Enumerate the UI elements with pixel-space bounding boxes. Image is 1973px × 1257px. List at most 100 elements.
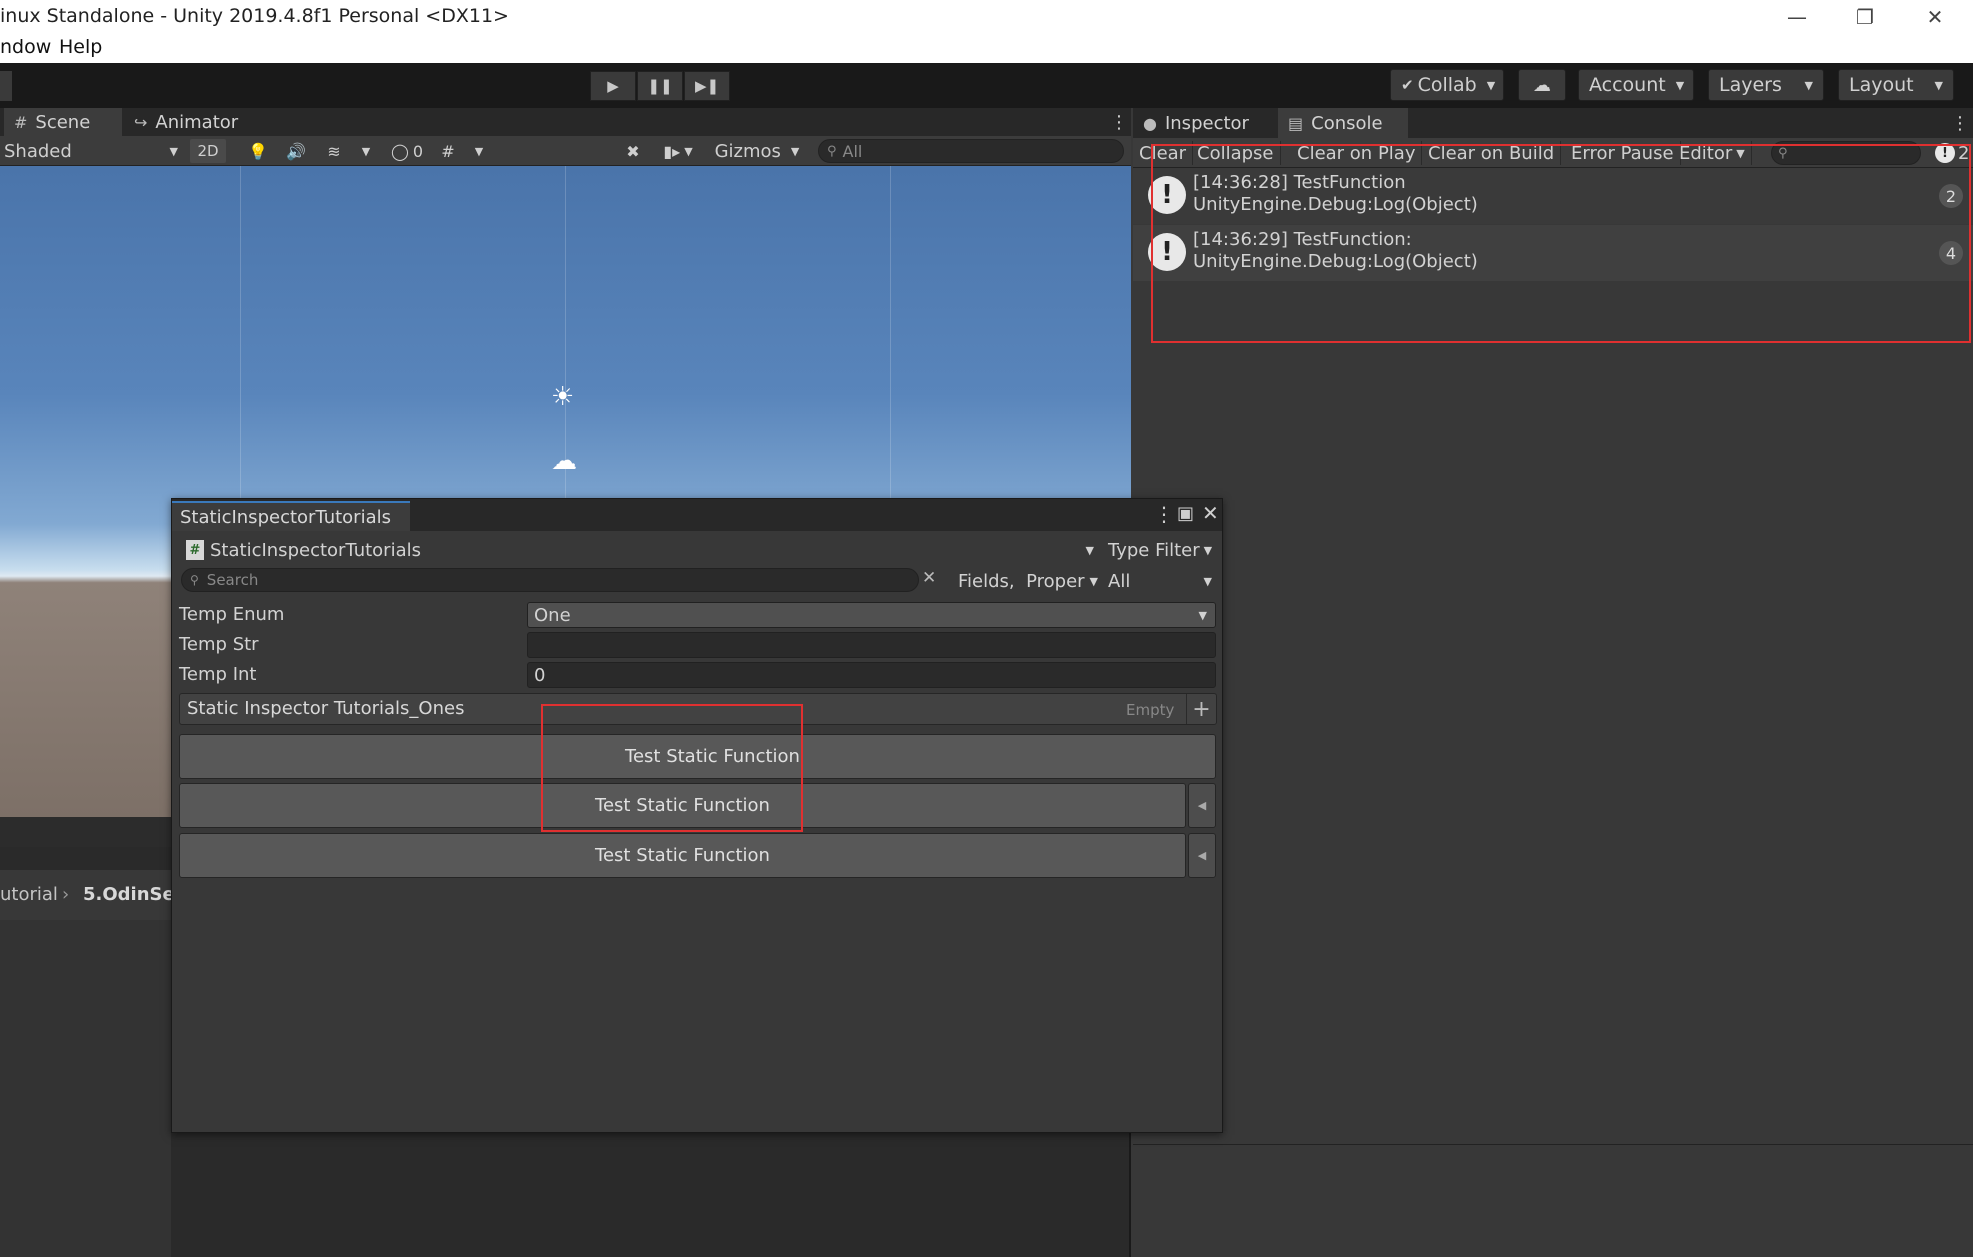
cloud-button[interactable]: ☁ (1518, 69, 1566, 101)
close-window-button[interactable]: ✕ (1906, 0, 1964, 34)
scene-tab-row: # Scene ↪ Animator ⋮ (0, 108, 1131, 136)
effects-dropdown[interactable]: ▼ (356, 139, 376, 163)
title-bar: inux Standalone - Unity 2019.4.8f1 Perso… (0, 0, 1973, 34)
animator-icon: ↪ (134, 112, 148, 132)
grid-icon: # (441, 141, 455, 161)
test-static-function-button[interactable]: Test Static Function (179, 833, 1186, 878)
chevron-down-icon: ▼ (684, 144, 693, 158)
step-button[interactable]: ▶❚ (684, 71, 730, 101)
layout-dropdown[interactable]: Layout ▼ (1838, 69, 1954, 101)
type-filter-label: Type Filter (1108, 539, 1200, 561)
panel-divider (1133, 1144, 1973, 1145)
grid-toggle[interactable]: # (434, 139, 462, 163)
clear-search-icon[interactable]: ✕ (922, 568, 936, 588)
toolbar-left-stub (0, 71, 12, 101)
wrench-icon: ✖ (626, 141, 640, 161)
temp-str-field[interactable] (527, 632, 1216, 658)
maximize-icon[interactable]: ▣ (1177, 503, 1194, 524)
script-icon: # (186, 540, 204, 560)
tab-scene[interactable]: # Scene (4, 108, 122, 136)
check-icon: ✔ (1401, 76, 1414, 94)
access-filter-dropdown[interactable]: All ▼ (1104, 567, 1218, 595)
menu-bar: ndow Help (0, 34, 1973, 63)
member-filter-dropdown[interactable]: Fields, Proper ▼ (952, 567, 1098, 595)
layers-dropdown[interactable]: Layers ▼ (1708, 69, 1824, 101)
collab-dropdown[interactable]: ✔ Collab ▼ (1390, 69, 1504, 101)
camera-dropdown[interactable]: ▮▸ ▼ (656, 139, 700, 163)
tab-console[interactable]: ▤ Console (1278, 108, 1408, 138)
static-inspector-tab[interactable]: StaticInspectorTutorials (172, 501, 410, 531)
temp-enum-value: One (534, 604, 571, 626)
gizmos-dropdown[interactable]: Gizmos ▼ (708, 139, 806, 163)
field-label: Temp Int (179, 664, 257, 685)
console-menu-button[interactable]: ⋮ (1941, 108, 1973, 138)
access-filter-label: All (1108, 570, 1131, 592)
grid-dropdown[interactable]: ▼ (468, 139, 490, 163)
lighting-toggle[interactable]: 💡 (244, 139, 272, 163)
audio-toggle[interactable]: 🔊 (282, 139, 310, 163)
account-dropdown[interactable]: Account ▼ (1578, 69, 1694, 101)
hidden-objects-toggle[interactable]: ◯ 0 (384, 139, 430, 163)
console-tab-row: ● Inspector ▤ Console ⋮ (1133, 108, 1973, 138)
expand-parameters-button[interactable]: ◀ (1188, 833, 1216, 878)
sun-icon[interactable]: ☀ (551, 382, 574, 412)
cloud-icon[interactable]: ☁ (551, 446, 577, 476)
chevron-down-icon: ▼ (1934, 78, 1943, 92)
minimize-button[interactable]: — (1768, 0, 1826, 34)
chevron-down-icon: ▼ (474, 144, 484, 158)
chevron-down-icon: ▼ (790, 144, 800, 158)
toggle-2d-button[interactable]: 2D (190, 139, 226, 163)
shading-mode-dropdown[interactable]: Shaded ▼ (4, 139, 178, 163)
add-item-icon[interactable]: + (1186, 694, 1216, 724)
tab-scene-label: Scene (35, 111, 91, 133)
expand-parameters-button[interactable]: ◀ (1188, 783, 1216, 828)
pause-button[interactable]: ❚❚ (637, 71, 683, 101)
menu-help[interactable]: Help (59, 36, 102, 58)
tab-animator[interactable]: ↪ Animator (124, 108, 248, 136)
temp-enum-dropdown[interactable]: One ▼ (527, 602, 1216, 628)
camera-icon: ▮▸ (663, 141, 681, 161)
close-icon[interactable]: ✕ (1202, 501, 1219, 525)
hidden-count: 0 (412, 141, 424, 161)
member-filter-label: Fields, Proper (958, 570, 1085, 592)
kebab-menu-icon[interactable]: ⋮ (1154, 502, 1174, 526)
tools-toggle[interactable]: ✖ (618, 139, 648, 163)
chevron-down-icon: ▼ (1085, 543, 1094, 557)
tab-animator-label: Animator (155, 111, 239, 133)
console-highlight-box (1151, 144, 1971, 343)
breadcrumb-item[interactable]: utorial (0, 884, 58, 905)
speaker-icon: 🔊 (286, 141, 306, 161)
scene-search-input[interactable]: ⚲ All (818, 139, 1124, 163)
console-icon: ▤ (1288, 113, 1304, 133)
effects-toggle[interactable]: ≋ (320, 139, 348, 163)
temp-int-field[interactable]: 0 (527, 662, 1216, 688)
chevron-down-icon: ▼ (1203, 543, 1213, 557)
eye-slash-icon: ◯ (390, 141, 409, 161)
layers-label: Layers (1719, 74, 1782, 96)
play-button[interactable]: ▶ (590, 71, 636, 101)
type-selector-dropdown[interactable]: # StaticInspectorTutorials ▼ (180, 536, 1102, 564)
chevron-down-icon: ▼ (1089, 574, 1098, 588)
breadcrumb-item[interactable]: 5.OdinSer (83, 884, 184, 905)
type-filter-dropdown[interactable]: Type Filter ▼ (1104, 536, 1218, 564)
tab-inspector[interactable]: ● Inspector (1133, 108, 1259, 138)
test-static-function-label: Test Static Function (595, 845, 770, 866)
restore-button[interactable]: ❐ (1836, 0, 1894, 34)
cloud-icon: ☁ (1533, 74, 1551, 96)
caret-left-icon: ◀ (1197, 849, 1207, 862)
breadcrumb: utorial › 5.OdinSer (0, 870, 184, 920)
toggle-2d-label: 2D (197, 142, 219, 160)
scene-toolbar: Shaded ▼ 2D 💡 🔊 ≋ ▼ ◯ 0 # ▼ ✖ ▮▸ ▼ Gizmo… (0, 136, 1131, 166)
account-label: Account (1589, 74, 1666, 96)
member-search-input[interactable]: ⚲ Search (181, 568, 919, 592)
collab-label: Collab (1417, 74, 1477, 96)
menu-window[interactable]: ndow (0, 36, 51, 58)
kebab-menu-icon: ⋮ (1951, 112, 1969, 134)
grid-icon: # (14, 112, 28, 132)
layers-icon: ≋ (327, 141, 341, 161)
layout-label: Layout (1849, 74, 1914, 96)
tab-console-label: Console (1311, 112, 1383, 134)
static-inspector-tab-label: StaticInspectorTutorials (180, 506, 391, 528)
button-highlight-box (541, 704, 803, 832)
lightbulb-icon: 💡 (248, 141, 268, 161)
